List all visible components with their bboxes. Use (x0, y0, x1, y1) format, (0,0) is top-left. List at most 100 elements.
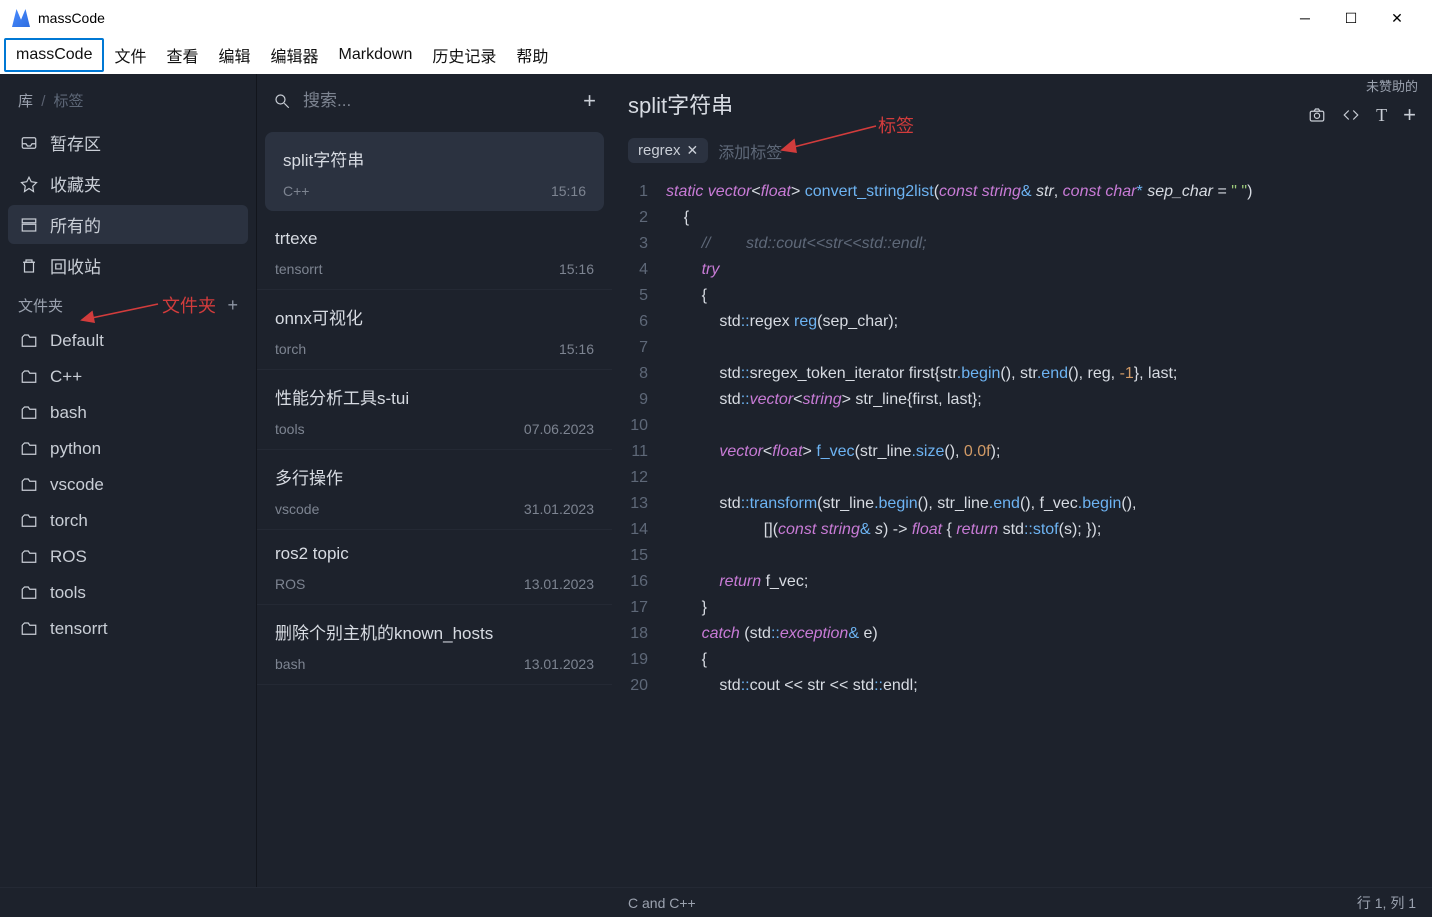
format-icon[interactable]: T (1376, 105, 1387, 126)
library-item[interactable]: 暂存区 (8, 123, 248, 162)
folder-icon (20, 404, 38, 422)
status-bar: C and C++ 行 1, 列 1 (0, 887, 1432, 917)
crumb-library[interactable]: 库 (18, 93, 33, 110)
star-icon (20, 175, 38, 193)
snippet-item-title: 性能分析工具s-tui (275, 384, 594, 409)
sidebar-breadcrumb: 库 / 标签 (8, 84, 248, 117)
menu-item-6[interactable]: 历史记录 (422, 37, 506, 73)
menu-item-1[interactable]: 文件 (104, 37, 156, 73)
snippet-item-time: 13.01.2023 (524, 576, 594, 592)
folder-icon (20, 476, 38, 494)
folder-item-label: ROS (50, 547, 87, 567)
snippet-item-time: 15:16 (551, 183, 586, 199)
folder-item-label: tools (50, 583, 86, 603)
library-item[interactable]: 回收站 (8, 246, 248, 285)
library-item-label: 收藏夹 (50, 171, 101, 196)
window-minimize-button[interactable]: ─ (1282, 2, 1328, 34)
tag-label: regrex (638, 142, 681, 159)
folder-item[interactable]: tools (8, 576, 248, 610)
snippet-list-item[interactable]: 删除个别主机的known_hostsbash13.01.2023 (257, 605, 612, 685)
snippet-item-time: 13.01.2023 (524, 656, 594, 672)
window-title-bar: massCode ─ ☐ ✕ (0, 0, 1432, 36)
snippet-item-time: 15:16 (559, 341, 594, 357)
code-editor[interactable]: 1static vector<float> convert_string2lis… (612, 175, 1432, 887)
folder-item-label: Default (50, 331, 104, 351)
folder-item[interactable]: C++ (8, 360, 248, 394)
menu-bar: massCode文件查看编辑编辑器Markdown历史记录帮助 (0, 36, 1432, 74)
add-fragment-button[interactable]: + (1403, 102, 1416, 128)
folder-item[interactable]: Default (8, 324, 248, 358)
snippet-item-folder: tools (275, 421, 305, 437)
screenshot-icon[interactable] (1308, 106, 1326, 124)
snippet-list-item[interactable]: trtexe tensorrt 15:16 (257, 215, 612, 290)
window-close-button[interactable]: ✕ (1374, 2, 1420, 34)
add-tag-input[interactable]: 添加标签 (718, 139, 782, 163)
folders-header: 文件夹 (18, 295, 63, 316)
window-title: massCode (38, 10, 105, 26)
snippet-list-item[interactable]: ros2 topic ROS 13.01.2023 (257, 530, 612, 605)
library-item-label: 所有的 (50, 212, 101, 237)
folder-item[interactable]: vscode (8, 468, 248, 502)
add-snippet-button[interactable]: + (583, 88, 596, 114)
snippet-list-item[interactable]: split字符串 C++ 15:16 (265, 132, 604, 211)
folder-item-label: python (50, 439, 101, 459)
folder-item[interactable]: tensorrt (8, 612, 248, 646)
add-folder-button[interactable]: + (227, 295, 238, 316)
snippet-item-time: 31.01.2023 (524, 501, 594, 517)
folder-icon (20, 620, 38, 638)
snippet-list-item[interactable]: onnx可视化 torch 15:16 (257, 290, 612, 370)
folder-icon (20, 548, 38, 566)
snippet-item-title: ros2 topic (275, 544, 594, 564)
folder-icon (20, 440, 38, 458)
library-item-label: 暂存区 (50, 130, 101, 155)
library-item[interactable]: 收藏夹 (8, 164, 248, 203)
snippet-title-input[interactable]: split字符串 (628, 84, 733, 124)
app-logo (12, 9, 30, 27)
folder-item[interactable]: ROS (8, 540, 248, 574)
tag-remove-icon[interactable]: ✕ (687, 142, 699, 159)
snippet-item-title: split字符串 (283, 146, 586, 171)
snippet-item-folder: ROS (275, 576, 305, 592)
status-cursor: 行 1, 列 1 (1357, 893, 1416, 913)
folder-item[interactable]: bash (8, 396, 248, 430)
window-maximize-button[interactable]: ☐ (1328, 2, 1374, 34)
snippet-item-folder: C++ (283, 183, 309, 199)
snippet-item-title: 多行操作 (275, 464, 594, 489)
menu-item-5[interactable]: Markdown (329, 40, 423, 70)
code-icon[interactable] (1342, 106, 1360, 124)
snippet-list-item[interactable]: 性能分析工具s-tuitools07.06.2023 (257, 370, 612, 450)
snippet-item-folder: torch (275, 341, 306, 357)
menu-item-2[interactable]: 查看 (157, 37, 209, 73)
all-icon (20, 216, 38, 234)
library-item[interactable]: 所有的 (8, 205, 248, 244)
folder-item-label: bash (50, 403, 87, 423)
folder-item[interactable]: torch (8, 504, 248, 538)
folder-icon (20, 332, 38, 350)
folder-item-label: torch (50, 511, 88, 531)
snippet-item-folder: tensorrt (275, 261, 322, 277)
search-input[interactable] (303, 91, 571, 111)
search-icon (273, 92, 291, 110)
menu-item-0[interactable]: massCode (4, 38, 104, 72)
menu-item-7[interactable]: 帮助 (506, 37, 558, 73)
snippet-item-title: trtexe (275, 229, 594, 249)
menu-item-4[interactable]: 编辑器 (261, 37, 329, 73)
inbox-icon (20, 134, 38, 152)
folder-icon (20, 512, 38, 530)
menu-item-3[interactable]: 编辑 (209, 37, 261, 73)
editor-panel: 未赞助的 split字符串 T + regrex ✕ 添加标签 1static … (612, 74, 1432, 887)
folder-item[interactable]: python (8, 432, 248, 466)
unsponsored-label[interactable]: 未赞助的 (1366, 76, 1418, 95)
crumb-tags[interactable]: 标签 (54, 93, 84, 110)
snippet-tag[interactable]: regrex ✕ (628, 138, 708, 163)
snippet-item-folder: bash (275, 656, 305, 672)
status-language[interactable]: C and C++ (628, 895, 696, 911)
snippet-list-panel: + split字符串C++15:16trtexetensorrt15:16onn… (256, 74, 612, 887)
snippet-item-time: 15:16 (559, 261, 594, 277)
snippet-list-item[interactable]: 多行操作 vscode 31.01.2023 (257, 450, 612, 530)
folder-item-label: tensorrt (50, 619, 108, 639)
snippet-item-title: onnx可视化 (275, 304, 594, 329)
trash-icon (20, 257, 38, 275)
sidebar: 库 / 标签 暂存区收藏夹所有的回收站 文件夹 + Default C++ bash… (0, 74, 256, 887)
snippet-item-folder: vscode (275, 501, 319, 517)
